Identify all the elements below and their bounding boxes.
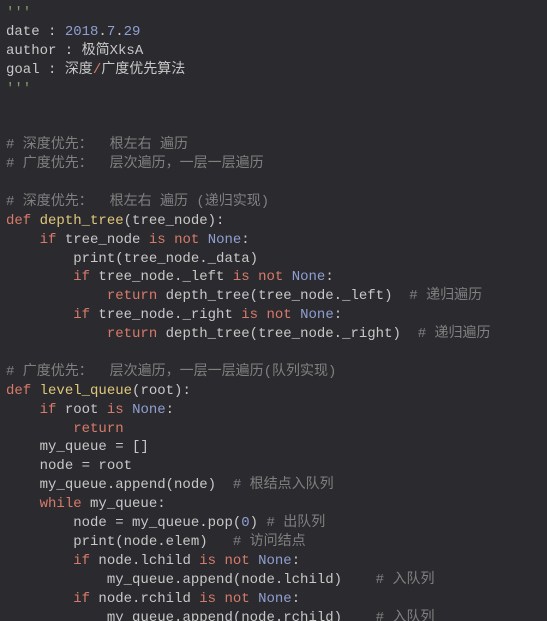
code-text: (tree_node): xyxy=(124,213,225,229)
keyword-def: def xyxy=(6,383,31,399)
doc-author-label: author : xyxy=(6,43,82,59)
code-text: print(node.elem) xyxy=(73,534,233,550)
code-text: my_queue.append(node.lchild) xyxy=(107,572,376,588)
code-text: my_queue = [] xyxy=(40,439,149,455)
code-text: node.rchild xyxy=(90,591,199,607)
code-text: tree_node._left xyxy=(90,269,233,285)
const-none: None xyxy=(258,553,292,569)
code-text: : xyxy=(292,553,300,569)
keyword-not: not xyxy=(174,232,199,248)
code-text: node.lchild xyxy=(90,553,199,569)
keyword-not: not xyxy=(266,307,291,323)
code-text: : xyxy=(334,307,342,323)
code-text: root xyxy=(56,402,106,418)
comment-line: # 广度优先： 层次遍历，一层一层遍历 xyxy=(6,156,264,172)
comment-inline: # 入队列 xyxy=(376,610,435,621)
keyword-if: if xyxy=(73,307,90,323)
docstring-close: ''' xyxy=(6,81,31,97)
keyword-def: def xyxy=(6,213,31,229)
dot-icon: . xyxy=(98,24,106,40)
doc-goal-post: 广度优先算法 xyxy=(101,62,185,78)
keyword-not: not xyxy=(224,591,249,607)
code-text: my_queue.append(node) xyxy=(40,477,233,493)
code-text: my_queue.append(node.rchild) xyxy=(107,610,376,621)
code-text: print(tree_node._data) xyxy=(73,251,258,267)
slash-icon: / xyxy=(93,62,101,78)
keyword-not: not xyxy=(224,553,249,569)
code-text: (root): xyxy=(132,383,191,399)
code-text: : xyxy=(292,591,300,607)
comment-inline: # 访问结点 xyxy=(233,534,306,550)
fn-name: level_queue xyxy=(40,383,132,399)
const-none: None xyxy=(258,591,292,607)
fn-name: depth_tree xyxy=(40,213,124,229)
doc-date-d: 29 xyxy=(124,24,141,40)
dot-icon: . xyxy=(115,24,123,40)
const-none: None xyxy=(292,269,326,285)
code-text: tree_node xyxy=(56,232,148,248)
code-text: depth_tree(tree_node._right) xyxy=(157,326,417,342)
const-none: None xyxy=(208,232,242,248)
keyword-while: while xyxy=(40,496,82,512)
const-none: None xyxy=(300,307,334,323)
code-text: tree_node._right xyxy=(90,307,241,323)
keyword-not: not xyxy=(258,269,283,285)
code-text: ) xyxy=(250,515,267,531)
code-text: my_queue: xyxy=(82,496,166,512)
comment-line: # 深度优先： 根左右 遍历 (递归实现) xyxy=(6,194,269,210)
keyword-if: if xyxy=(40,232,57,248)
keyword-is: is xyxy=(149,232,166,248)
keyword-if: if xyxy=(73,553,90,569)
keyword-if: if xyxy=(73,269,90,285)
keyword-if: if xyxy=(73,591,90,607)
comment-inline: # 递归遍历 xyxy=(409,288,482,304)
code-text: : xyxy=(166,402,174,418)
comment-inline: # 入队列 xyxy=(376,572,435,588)
doc-date-m: 7 xyxy=(107,24,115,40)
doc-date-y: 2018 xyxy=(65,24,99,40)
keyword-is: is xyxy=(241,307,258,323)
code-editor[interactable]: ''' date : 2018.7.29 author : 极简XksA goa… xyxy=(0,0,547,621)
keyword-is: is xyxy=(199,553,216,569)
number-zero: 0 xyxy=(241,515,249,531)
comment-inline: # 出队列 xyxy=(266,515,325,531)
comment-inline: # 根结点入队列 xyxy=(233,477,334,493)
code-text: depth_tree(tree_node._left) xyxy=(157,288,409,304)
code-text: : xyxy=(325,269,333,285)
code-text: node = my_queue.pop( xyxy=(73,515,241,531)
docstring-open: ''' xyxy=(6,5,31,21)
doc-date-label: date : xyxy=(6,24,65,40)
keyword-return: return xyxy=(107,326,157,342)
doc-author-value: 极简XksA xyxy=(82,43,144,59)
comment-line: # 广度优先： 层次遍历，一层一层遍历(队列实现) xyxy=(6,364,336,380)
comment-inline: # 递归遍历 xyxy=(418,326,491,342)
keyword-is: is xyxy=(107,402,124,418)
keyword-return: return xyxy=(73,421,123,437)
keyword-if: if xyxy=(40,402,57,418)
code-text: : xyxy=(241,232,249,248)
keyword-return: return xyxy=(107,288,157,304)
const-none: None xyxy=(132,402,166,418)
doc-goal-label: goal : xyxy=(6,62,65,78)
keyword-is: is xyxy=(199,591,216,607)
comment-line: # 深度优先： 根左右 遍历 xyxy=(6,137,188,153)
code-text: node = root xyxy=(40,458,132,474)
doc-goal-pre: 深度 xyxy=(65,62,93,78)
keyword-is: is xyxy=(233,269,250,285)
